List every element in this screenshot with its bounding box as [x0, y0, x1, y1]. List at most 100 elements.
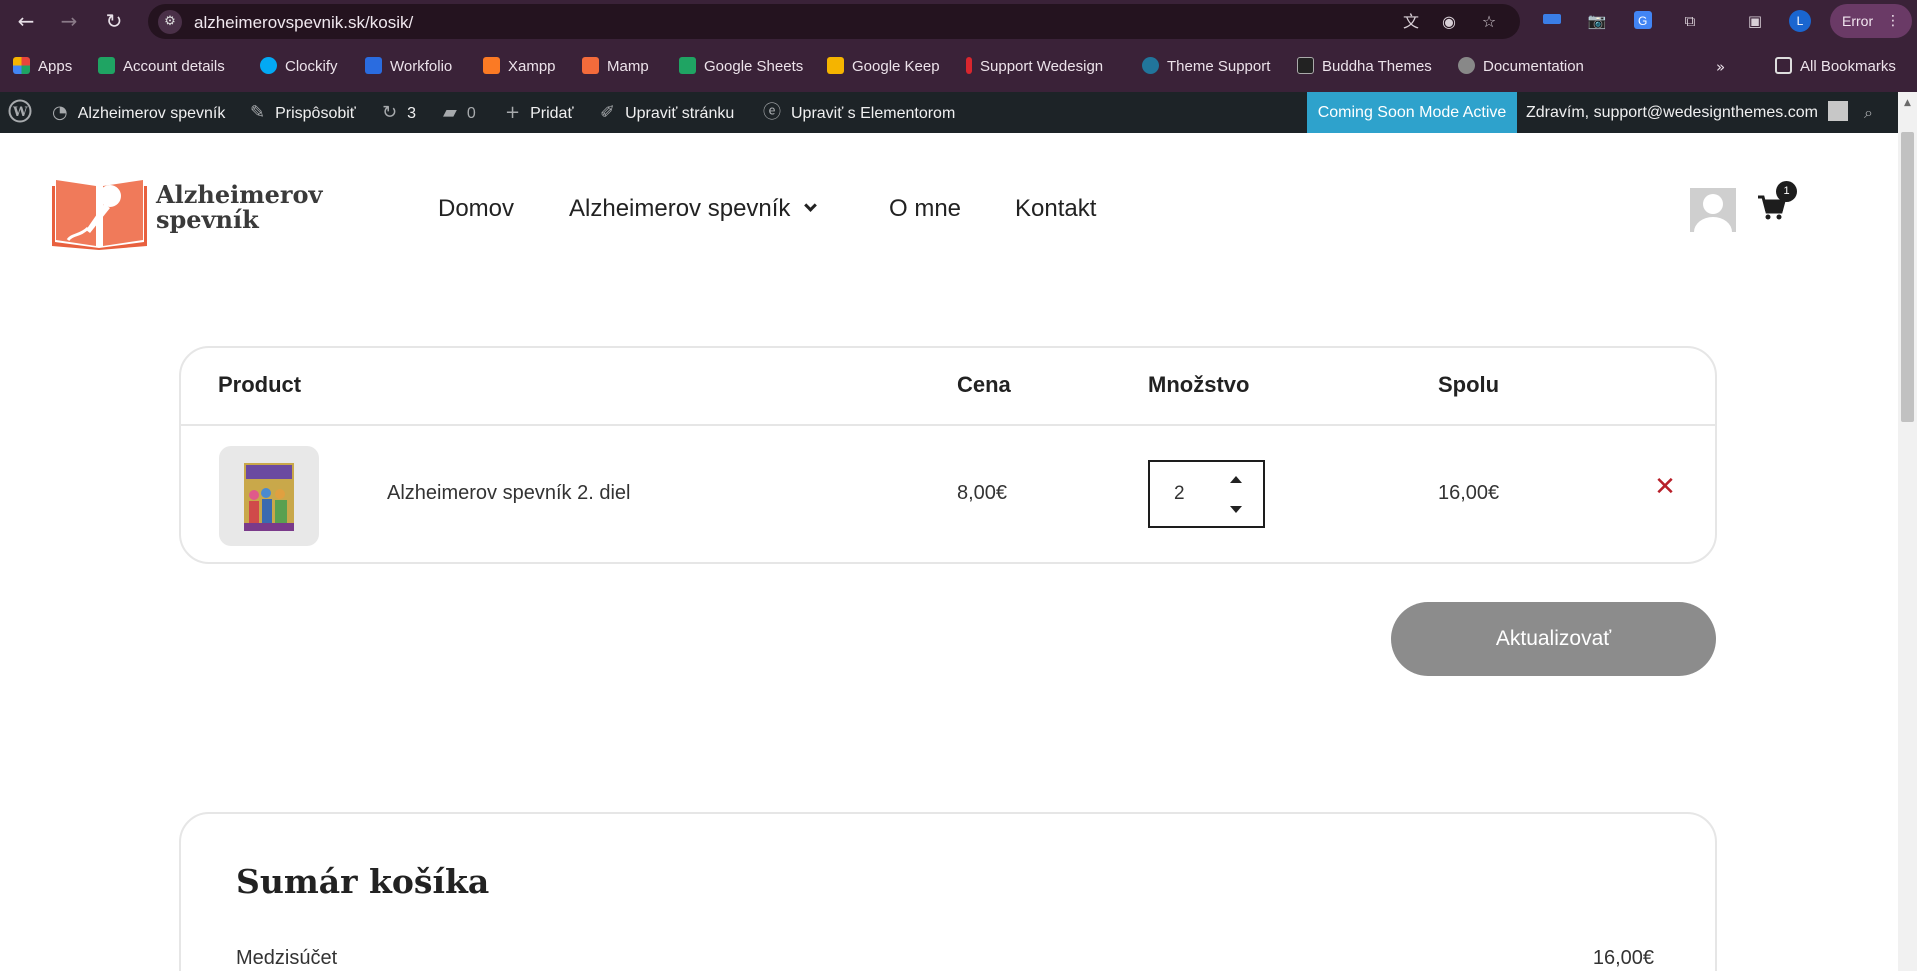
- folder-icon: [1775, 57, 1792, 74]
- bookmark-label: Google Keep: [852, 58, 940, 75]
- product-thumbnail[interactable]: [219, 446, 319, 546]
- elementor-icon: ⓔ: [763, 102, 781, 123]
- extensions-puzzle-icon[interactable]: ⧉: [1679, 10, 1701, 32]
- more-bookmarks-icon[interactable]: »: [1716, 57, 1725, 77]
- header-total: Spolu: [1438, 372, 1500, 397]
- bookmark-apps[interactable]: Apps: [13, 57, 72, 77]
- bookmark-support-wedesign[interactable]: Support Wedesign: [966, 57, 1103, 77]
- update-cart-button[interactable]: Aktualizovať: [1391, 602, 1716, 676]
- admin-edit-elementor[interactable]: ⓔ Upraviť s Elementorom: [763, 92, 955, 133]
- greeting-label: Zdravím, support@wedesignthemes.com: [1526, 104, 1818, 121]
- pencil-icon: ✐: [600, 102, 616, 123]
- bookmark-label: Support Wedesign: [980, 58, 1104, 75]
- camera-icon[interactable]: 📷: [1586, 10, 1608, 32]
- nav-about[interactable]: O mne: [889, 194, 961, 224]
- bookmark-account-details[interactable]: Account details: [98, 57, 225, 77]
- product-price: 8,00€: [957, 482, 1008, 504]
- quantity-stepper[interactable]: 2: [1148, 460, 1265, 528]
- menu-dots-icon: ⋮: [1886, 13, 1900, 29]
- bookmark-google-sheets[interactable]: Google Sheets: [679, 57, 803, 77]
- sheets-icon: [679, 57, 696, 74]
- admin-account[interactable]: Zdravím, support@wedesignthemes.com: [1526, 92, 1848, 133]
- eye-off-icon[interactable]: ◉: [1438, 11, 1460, 33]
- wordpress-logo-icon[interactable]: W: [8, 92, 32, 133]
- bookmark-label: Clockify: [285, 58, 338, 75]
- buddha-themes-icon: [1297, 57, 1314, 74]
- book-microphone-icon: [52, 180, 147, 250]
- bookmark-google-keep[interactable]: Google Keep: [827, 57, 940, 77]
- keep-icon: [827, 57, 844, 74]
- updates-count: 3: [407, 105, 416, 122]
- error-label: Error: [1842, 13, 1874, 29]
- admin-updates[interactable]: ↻ 3: [382, 92, 416, 133]
- translate-icon[interactable]: 文: [1400, 11, 1422, 33]
- side-panel-icon[interactable]: ▣: [1744, 10, 1766, 32]
- google-translate-icon[interactable]: G: [1632, 10, 1654, 32]
- comments-count: 0: [466, 105, 476, 122]
- apps-grid-icon: [13, 57, 30, 74]
- bookmark-label: Account details: [123, 58, 225, 75]
- xampp-icon: [483, 57, 500, 74]
- site-info-icon[interactable]: ⚙: [158, 10, 182, 34]
- bookmark-buddha-themes[interactable]: Buddha Themes: [1297, 57, 1432, 77]
- reload-icon[interactable]: ↻: [102, 9, 126, 33]
- site-logo[interactable]: Alzheimerov spevník: [52, 170, 342, 250]
- admin-comments[interactable]: ▰ 0: [443, 92, 476, 133]
- browser-toolbar: ← → ↻ ⚙ alzheimerovspevnik.sk/kosik/ 文 ◉…: [0, 0, 1917, 42]
- admin-avatar: [1827, 101, 1848, 121]
- page-scrollbar[interactable]: ▲: [1898, 92, 1917, 971]
- admin-customize[interactable]: ✎ Prispôsobiť: [250, 92, 356, 133]
- admin-site-name[interactable]: ◔ Alzheimerov spevník: [52, 92, 225, 133]
- nav-home[interactable]: Domov: [438, 194, 514, 224]
- bookmark-xampp[interactable]: Xampp: [483, 57, 556, 77]
- star-icon[interactable]: ☆: [1478, 11, 1500, 33]
- svg-text:W: W: [12, 105, 28, 120]
- nav-songbook-label: Alzheimerov spevník: [569, 195, 791, 222]
- globe-icon: [1458, 57, 1475, 74]
- bookmark-label: Workfolio: [390, 58, 453, 75]
- coming-soon-badge[interactable]: Coming Soon Mode Active: [1307, 92, 1517, 133]
- nav-contact[interactable]: Kontakt: [1015, 194, 1096, 224]
- admin-edit-page[interactable]: ✐ Upraviť stránku: [600, 92, 734, 133]
- bookmark-documentation[interactable]: Documentation: [1458, 57, 1584, 77]
- address-bar[interactable]: ⚙ alzheimerovspevnik.sk/kosik/ 文 ◉ ☆: [148, 4, 1520, 39]
- remove-item-icon[interactable]: ✕: [1650, 472, 1680, 502]
- bookmark-theme-support[interactable]: Theme Support: [1142, 57, 1270, 77]
- forward-icon[interactable]: →: [57, 9, 81, 33]
- brush-icon: ✎: [250, 102, 266, 123]
- all-bookmarks[interactable]: All Bookmarks: [1775, 57, 1896, 77]
- profile-avatar[interactable]: L: [1789, 10, 1811, 32]
- scroll-thumb[interactable]: [1901, 132, 1914, 422]
- nav-songbook[interactable]: Alzheimerov spevník: [569, 194, 818, 224]
- bookmark-label: Documentation: [1483, 58, 1584, 75]
- clockify-icon: [260, 57, 277, 74]
- decrement-arrow-icon[interactable]: [1230, 506, 1242, 513]
- cart-totals: Sumár košíka Medzisúčet 16,00€: [179, 812, 1717, 971]
- header-product: Product: [218, 372, 302, 397]
- user-account-icon[interactable]: [1690, 188, 1736, 232]
- bookmark-workfolio[interactable]: Workfolio: [365, 57, 452, 77]
- extension-tab-icon[interactable]: [1541, 10, 1563, 32]
- search-icon[interactable]: ⌕: [1864, 92, 1873, 133]
- cart-count-badge: 1: [1776, 181, 1797, 202]
- back-icon[interactable]: ←: [14, 9, 38, 33]
- quantity-value[interactable]: 2: [1174, 483, 1185, 505]
- wp-admin-bar: W ◔ Alzheimerov spevník ✎ Prispôsobiť ↻ 3 ▰…: [0, 92, 1898, 133]
- logo-line-1: Alzheimerov: [156, 180, 323, 209]
- bookmark-clockify[interactable]: Clockify: [260, 57, 338, 77]
- bookmarks-bar: Apps Account details Clockify Workfolio …: [0, 42, 1917, 92]
- wordpress-icon: [1142, 57, 1159, 74]
- dashboard-icon: ◔: [52, 102, 68, 123]
- bookmark-label: Google Sheets: [704, 58, 804, 75]
- plus-icon: +: [505, 102, 521, 123]
- admin-add-new[interactable]: + Pridať: [505, 92, 573, 133]
- scroll-up-arrow[interactable]: ▲: [1898, 96, 1917, 110]
- book-cover-image: [244, 463, 294, 531]
- url-text[interactable]: alzheimerovspevnik.sk/kosik/: [194, 13, 413, 33]
- error-button[interactable]: Error ⋮: [1830, 4, 1912, 38]
- logo-line-2: spevník: [156, 205, 259, 234]
- increment-arrow-icon[interactable]: [1230, 476, 1242, 483]
- bookmark-mamp[interactable]: Mamp: [582, 57, 649, 77]
- product-name[interactable]: Alzheimerov spevník 2. diel: [387, 482, 630, 505]
- subtotal-label: Medzisúčet: [236, 947, 338, 969]
